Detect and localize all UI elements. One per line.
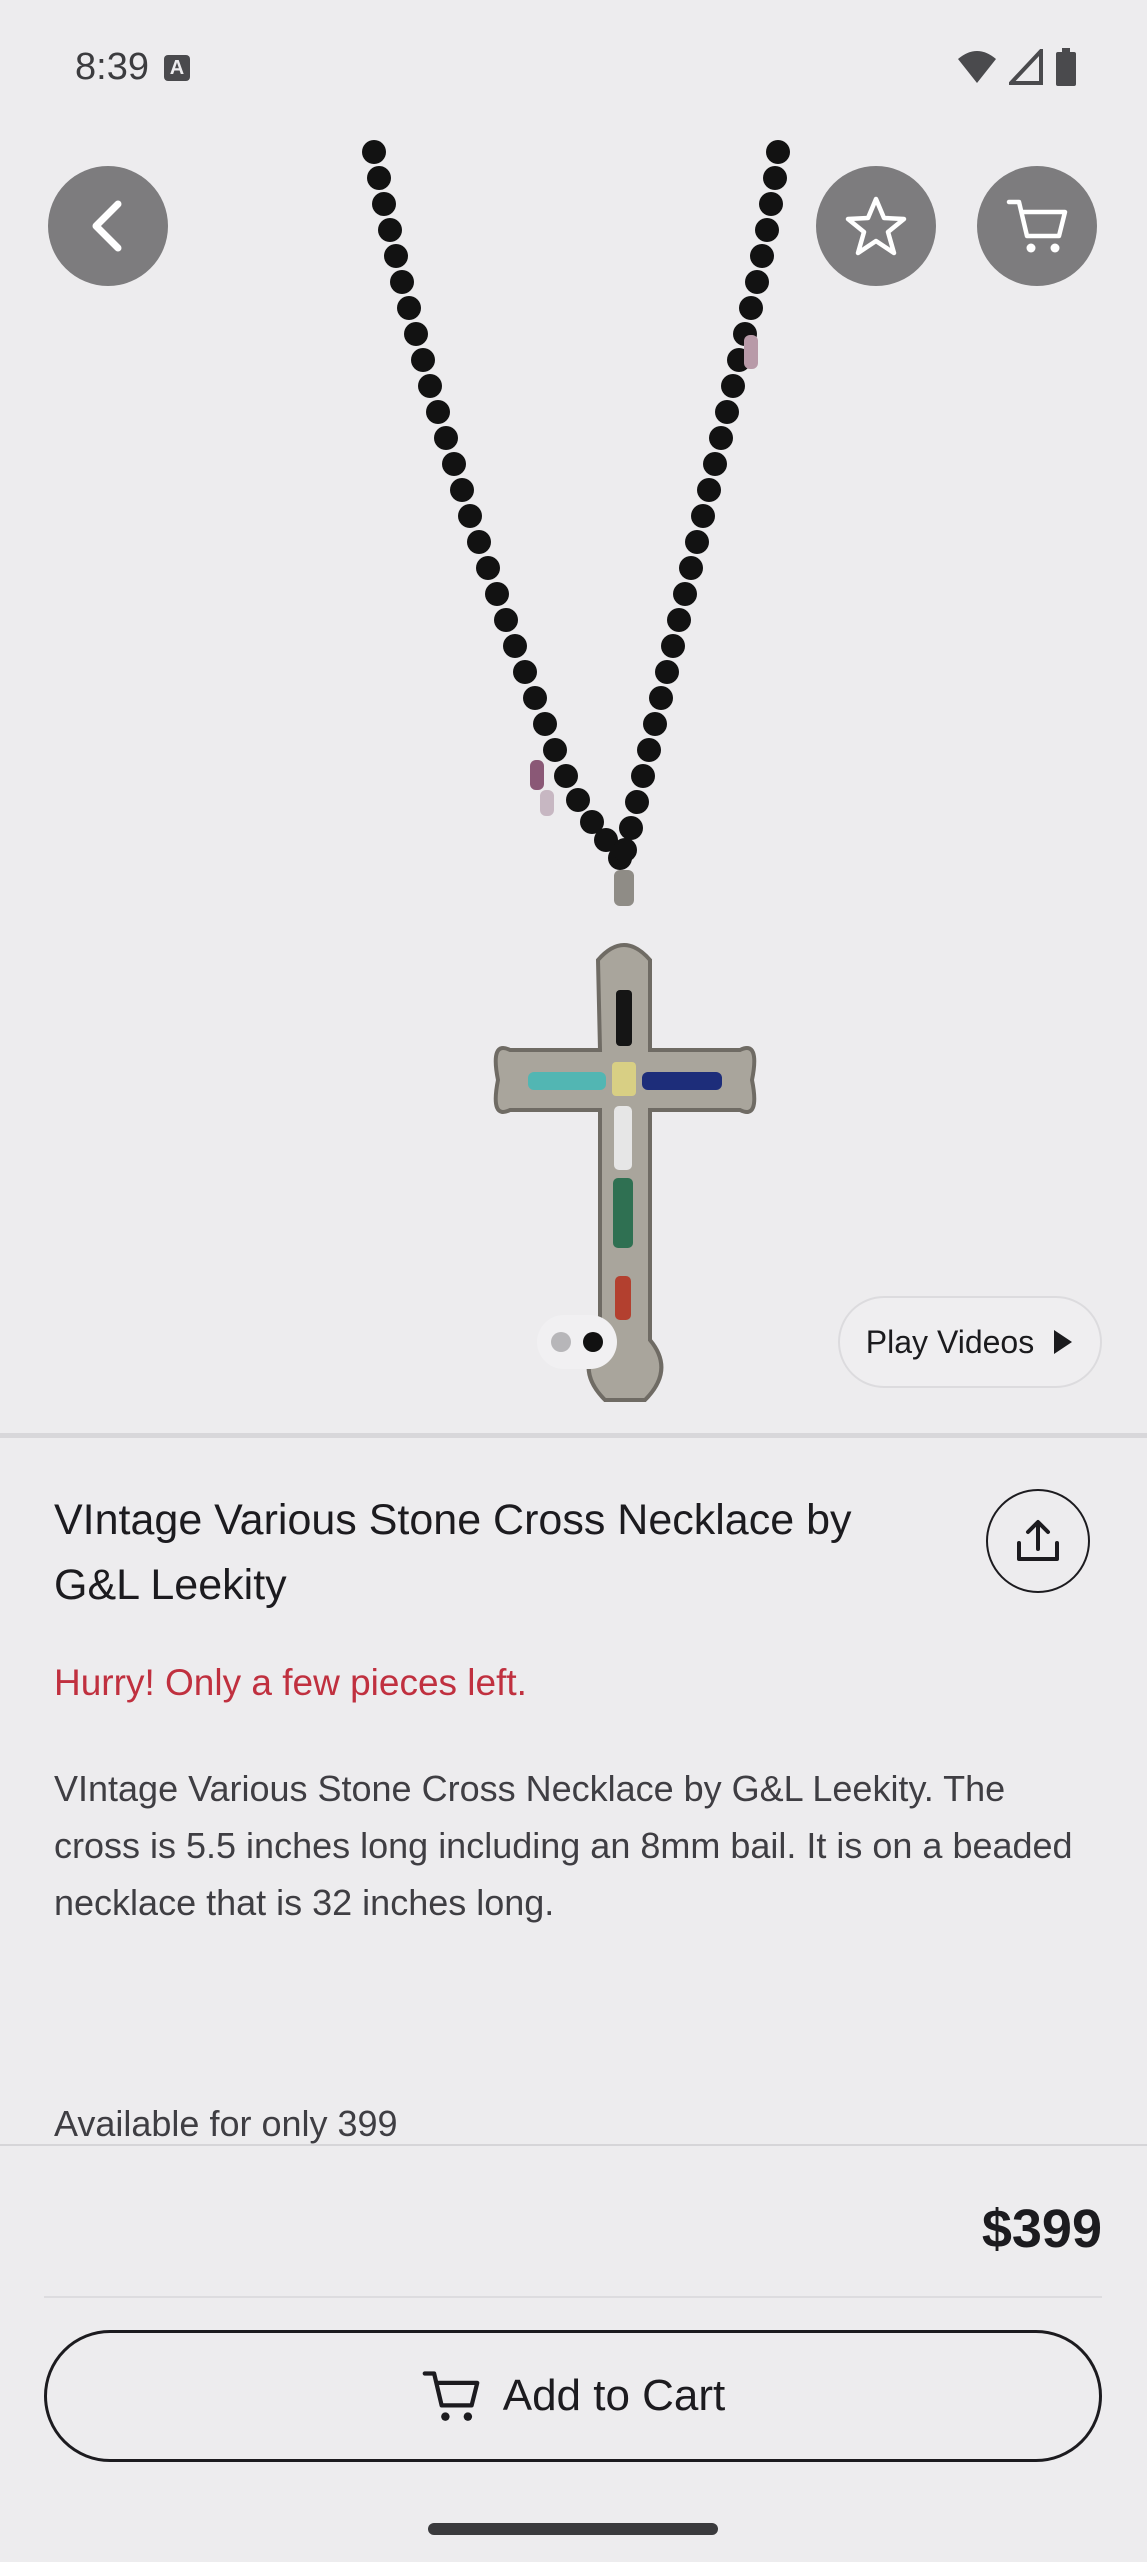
status-time: 8:39: [75, 46, 149, 88]
wifi-icon: [958, 51, 996, 83]
home-indicator[interactable]: [428, 2523, 718, 2535]
play-icon: [1054, 1330, 1073, 1354]
chevron-left-icon: [92, 200, 122, 252]
product-image: [362, 140, 790, 1402]
cart-icon: [422, 2371, 480, 2421]
favorite-button[interactable]: [816, 166, 936, 286]
share-icon: [1017, 1520, 1059, 1561]
hero-divider: [0, 1433, 1147, 1438]
star-icon: [845, 196, 907, 256]
cart-button[interactable]: [977, 166, 1097, 286]
cart-icon: [1006, 199, 1068, 253]
status-bar: 8:39 A: [0, 0, 1147, 140]
signal-icon: [1009, 49, 1043, 85]
add-to-cart-label: Add to Cart: [502, 2371, 726, 2420]
carousel-dot-active[interactable]: [583, 1332, 603, 1352]
play-videos-label: Play Videos: [865, 1323, 1035, 1360]
stock-warning: Hurry! Only a few pieces left.: [54, 1662, 527, 1703]
add-to-cart-button[interactable]: Add to Cart: [44, 2330, 1102, 2462]
price: $399: [981, 2199, 1102, 2259]
battery-icon: [1056, 48, 1076, 86]
product-title: VIntage Various Stone Cross Necklace by …: [54, 1496, 852, 1609]
notification-a-icon: A: [164, 55, 190, 81]
play-videos-button[interactable]: Play Videos: [838, 1296, 1102, 1388]
status-icons: [957, 48, 1077, 86]
purchase-panel: $399 Add to Cart: [0, 2144, 1147, 2562]
carousel-indicator: [537, 1315, 617, 1369]
back-button[interactable]: [48, 166, 168, 286]
share-button[interactable]: [986, 1489, 1090, 1593]
carousel-dot[interactable]: [551, 1332, 571, 1352]
availability-text: Available for only 399: [54, 2103, 398, 2144]
panel-divider: [44, 2296, 1102, 2298]
product-image-carousel[interactable]: Play Videos: [0, 140, 1147, 1435]
product-description: VIntage Various Stone Cross Necklace by …: [54, 1768, 1073, 1923]
